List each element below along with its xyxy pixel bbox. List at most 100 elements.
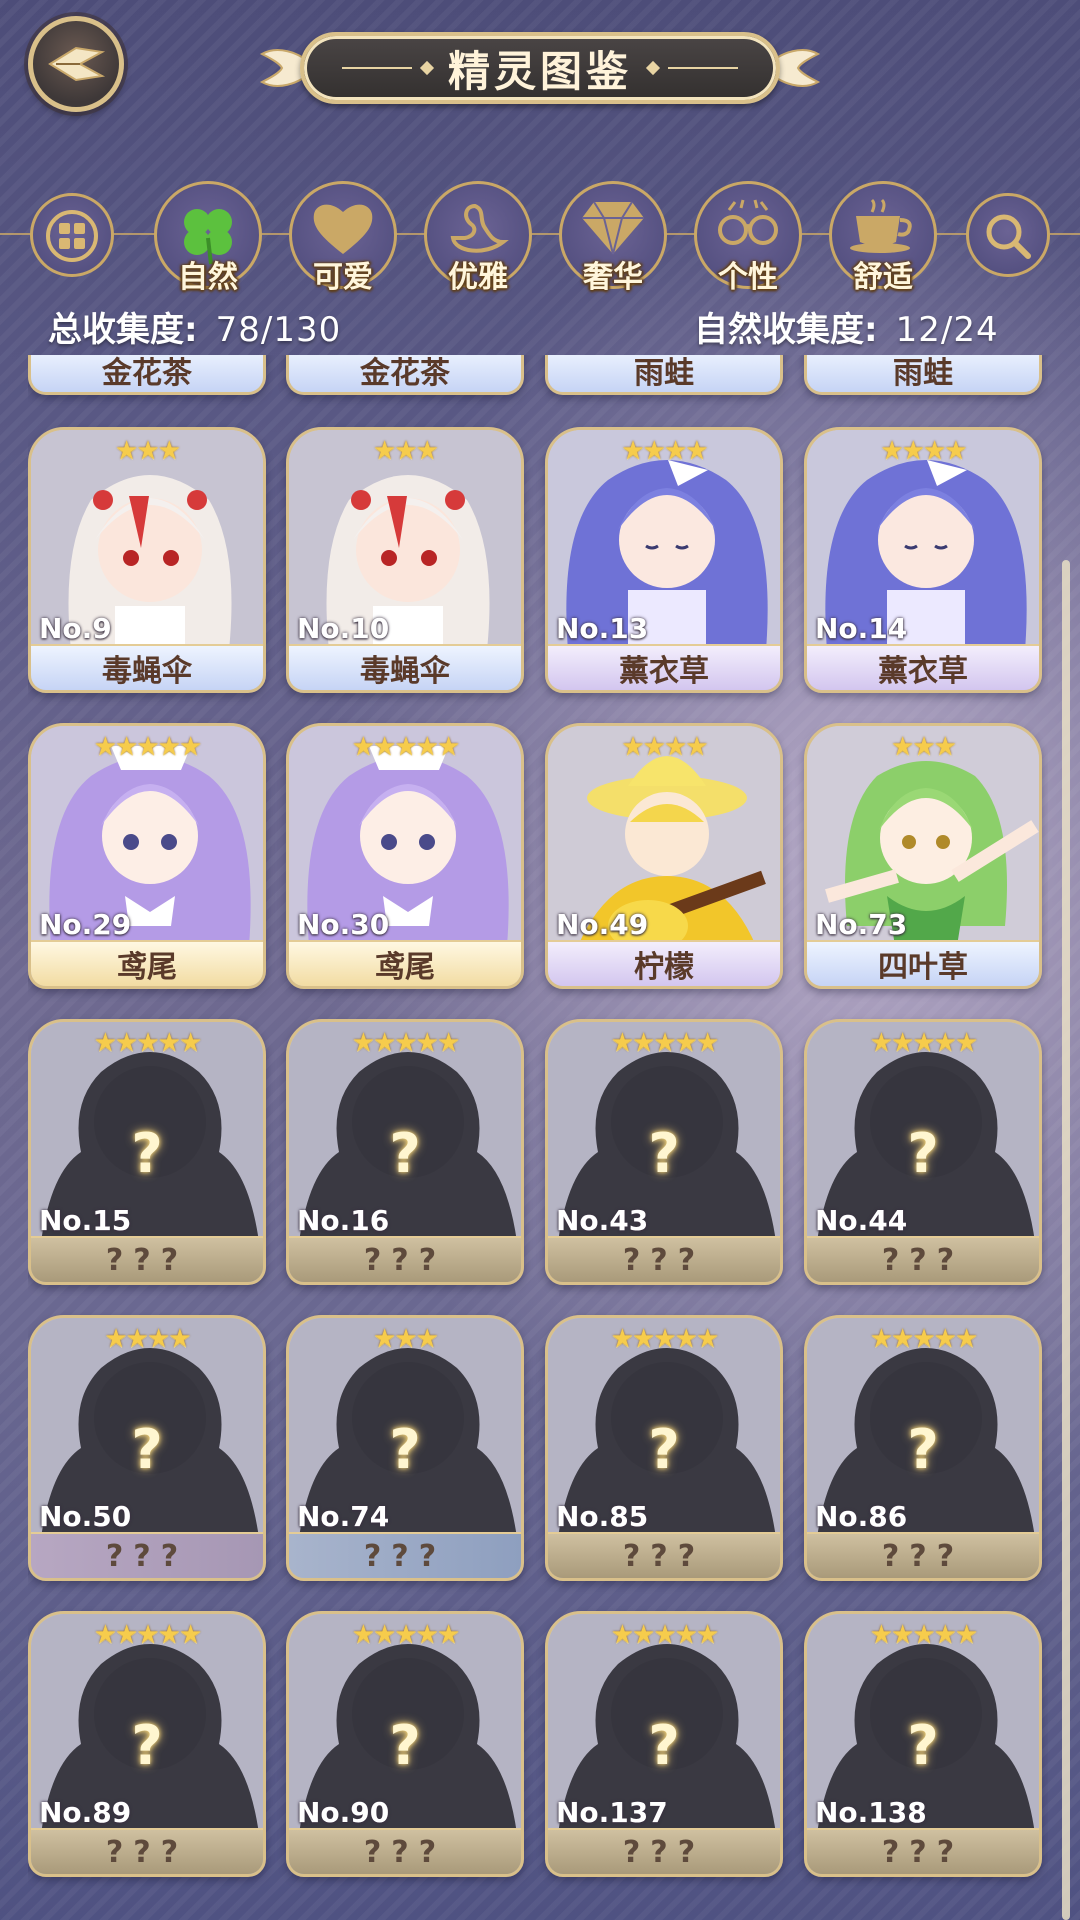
star-rating: ★★★★ — [104, 1324, 191, 1354]
spirit-card[interactable]: ★★★★★ No.29 鸢尾 — [28, 723, 266, 989]
spirit-card[interactable]: ? ★★★★★ No.138??? — [804, 1611, 1042, 1877]
spirit-card[interactable]: ? ★★★★★ No.85??? — [545, 1315, 783, 1581]
spirit-number: No.30 — [297, 908, 390, 941]
spirit-name: 鸢尾 — [31, 940, 263, 986]
spirit-card[interactable]: ? ★★★★★ No.16??? — [286, 1019, 524, 1285]
spirit-name: 毒蝇伞 — [289, 644, 521, 690]
star-rating: ★★★ — [373, 1324, 439, 1354]
back-button[interactable] — [28, 16, 124, 112]
tab-nature[interactable]: 自然 — [154, 181, 262, 295]
spirit-card[interactable]: ★★★★★ No.30 鸢尾 — [286, 723, 524, 989]
tab-cute[interactable]: 可爱 — [289, 181, 397, 295]
tab-label: 舒适 — [853, 260, 913, 295]
tab-label: 优雅 — [448, 260, 508, 295]
tab-all[interactable] — [30, 193, 114, 277]
spirit-name: 金花茶 — [31, 355, 263, 392]
unknown-mark-icon: ? — [131, 1418, 163, 1481]
spirit-number: No.86 — [815, 1500, 908, 1533]
scrollbar[interactable] — [1062, 560, 1070, 1920]
star-rating: ★★★★★ — [869, 1028, 979, 1058]
spirit-card[interactable]: ? ★★★★★ No.15??? — [28, 1019, 266, 1285]
category-tabs: 自然 可爱 优雅 奢华 个性 舒适 — [0, 175, 1080, 295]
spirit-name: ??? — [548, 1828, 780, 1874]
grid-icon — [46, 210, 98, 262]
unknown-mark-icon: ? — [131, 1122, 163, 1185]
spirit-card[interactable]: 金花茶 — [286, 355, 524, 395]
unknown-mark-icon: ? — [648, 1714, 680, 1777]
spirit-card[interactable]: ? ★★★★★ No.86??? — [804, 1315, 1042, 1581]
star-rating: ★★★ — [891, 732, 957, 762]
spirit-card[interactable]: 金花茶 — [28, 355, 266, 395]
spirit-number: No.90 — [297, 1796, 390, 1829]
spirit-number: No.85 — [556, 1500, 649, 1533]
spirit-card[interactable]: ? ★★★★★ No.44??? — [804, 1019, 1042, 1285]
spirit-name: ??? — [548, 1236, 780, 1282]
unknown-mark-icon: ? — [648, 1418, 680, 1481]
spirit-name: 薰衣草 — [548, 644, 780, 690]
star-rating: ★★★★★ — [351, 1028, 461, 1058]
page-title: 精灵图鉴 — [447, 46, 632, 96]
tab-elegant[interactable]: 优雅 — [424, 181, 532, 295]
spirit-name: ??? — [289, 1532, 521, 1578]
spirit-number: No.13 — [556, 612, 649, 645]
spirit-number: No.43 — [556, 1204, 649, 1237]
spirit-name: 雨蛙 — [807, 355, 1039, 392]
spirit-name: ??? — [289, 1828, 521, 1874]
spirit-name: ??? — [548, 1532, 780, 1578]
spirit-card[interactable]: ★★★ No.73 四叶草 — [804, 723, 1042, 989]
spirit-number: No.49 — [556, 908, 649, 941]
spirit-card[interactable]: ★★★ No.10 毒蝇伞 — [286, 427, 524, 693]
unknown-mark-icon: ? — [648, 1122, 680, 1185]
spirit-name: 毒蝇伞 — [31, 644, 263, 690]
star-rating: ★★★★★ — [610, 1028, 720, 1058]
spirit-number: No.73 — [815, 908, 908, 941]
unknown-mark-icon: ? — [389, 1714, 421, 1777]
spirit-card[interactable]: 雨蛙 — [804, 355, 1042, 395]
spirit-card[interactable]: ? ★★★★ No.50??? — [28, 1315, 266, 1581]
star-rating: ★★★ — [115, 436, 181, 466]
teacup-icon — [850, 198, 912, 253]
spirit-card[interactable]: 雨蛙 — [545, 355, 783, 395]
category-collection-label: 自然收集度: — [694, 310, 878, 350]
spirit-number: No.15 — [39, 1204, 132, 1237]
spirit-card[interactable]: ? ★★★★★ No.137??? — [545, 1611, 783, 1877]
title-banner: 精灵图鉴 — [300, 32, 780, 104]
spirit-name: ??? — [807, 1532, 1039, 1578]
spirit-name: 雨蛙 — [548, 355, 780, 392]
spirit-name: 鸢尾 — [289, 940, 521, 986]
spirit-number: No.74 — [297, 1500, 390, 1533]
unknown-mark-icon: ? — [907, 1122, 939, 1185]
spirit-name: ??? — [31, 1236, 263, 1282]
spirit-name: 四叶草 — [807, 940, 1039, 986]
spirit-card-grid: 金花茶 金花茶 雨蛙 雨蛙 ★★★ No.9 毒蝇伞 ★★★ No.10 毒蝇伞 ★★★★ No… — [28, 355, 1048, 1920]
spirit-number: No.44 — [815, 1204, 908, 1237]
spirit-card[interactable]: ? ★★★★★ No.89??? — [28, 1611, 266, 1877]
unknown-mark-icon: ? — [907, 1418, 939, 1481]
search-button[interactable] — [966, 193, 1050, 277]
spirit-name: ??? — [807, 1236, 1039, 1282]
spirit-number: No.50 — [39, 1500, 132, 1533]
category-collection-value: 12/24 — [895, 310, 999, 350]
spirit-card[interactable]: ★★★★ No.13 薰衣草 — [545, 427, 783, 693]
spirit-card[interactable]: ★★★★ No.14 薰衣草 — [804, 427, 1042, 693]
spirit-card[interactable]: ? ★★★★★ No.90??? — [286, 1611, 524, 1877]
tab-personality[interactable]: 个性 — [694, 181, 802, 295]
tab-luxury[interactable]: 奢华 — [559, 181, 667, 295]
search-icon — [986, 214, 1031, 259]
spirit-number: No.29 — [39, 908, 132, 941]
unknown-mark-icon: ? — [907, 1714, 939, 1777]
total-collection-label: 总收集度: — [48, 310, 198, 350]
spirit-card[interactable]: ? ★★★★★ No.43??? — [545, 1019, 783, 1285]
spirit-name: 薰衣草 — [807, 644, 1039, 690]
star-rating: ★★★★★ — [351, 1620, 461, 1650]
spirit-card[interactable]: ★★★★ No.49 柠檬 — [545, 723, 783, 989]
unknown-mark-icon: ? — [389, 1418, 421, 1481]
tab-comfort[interactable]: 舒适 — [829, 181, 937, 295]
category-collection: 自然收集度: 12/24 — [694, 302, 999, 351]
spirit-card[interactable]: ? ★★★ No.74??? — [286, 1315, 524, 1581]
star-rating: ★★★★★ — [610, 1620, 720, 1650]
spirit-card[interactable]: ★★★ No.9 毒蝇伞 — [28, 427, 266, 693]
total-collection-value: 78/130 — [215, 310, 342, 350]
spirit-name: 柠檬 — [548, 940, 780, 986]
unknown-mark-icon: ? — [131, 1714, 163, 1777]
